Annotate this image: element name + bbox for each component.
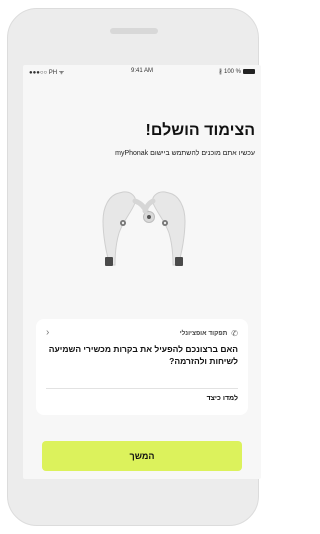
- phone-call-icon: ✆: [231, 329, 238, 338]
- card-label-row: ✆ תפקוד אופציונלי: [180, 329, 238, 338]
- phone-speaker: [110, 28, 158, 34]
- phone-frame: ●●●○○ PH ᯤ 9:41 AM ∦ 100 % הצימוד הושלם!…: [7, 8, 261, 526]
- card-label: תפקוד אופציונלי: [179, 330, 228, 337]
- continue-button[interactable]: המשך: [42, 441, 242, 471]
- status-bar: ●●●○○ PH ᯤ 9:41 AM ∦ 100 %: [23, 65, 261, 79]
- card-question: האם ברצונכם להפעיל את בקרות מכשירי השמיע…: [48, 344, 238, 366]
- app-screen: ●●●○○ PH ᯤ 9:41 AM ∦ 100 % הצימוד הושלם!…: [23, 65, 261, 479]
- page-title: הצימוד הושלם!: [145, 122, 255, 139]
- page-subtitle: עכשיו אתם מוכנים להשתמש ביישום myPhonak: [115, 150, 255, 157]
- battery-icon: [243, 69, 255, 74]
- status-right: ∦ 100 %: [219, 68, 255, 75]
- hearing-aids-illustration: [102, 191, 186, 266]
- learn-how-link[interactable]: למדו כיצד: [207, 395, 238, 402]
- bluetooth-icon: ∦: [218, 69, 222, 75]
- chevron-icon[interactable]: ›: [46, 327, 49, 338]
- optional-feature-card[interactable]: › ✆ תפקוד אופציונלי האם ברצונכם להפעיל א…: [36, 319, 248, 415]
- battery-percent: 100 %: [223, 68, 241, 75]
- right-hearing-aid: [142, 191, 186, 266]
- card-divider: [46, 388, 238, 389]
